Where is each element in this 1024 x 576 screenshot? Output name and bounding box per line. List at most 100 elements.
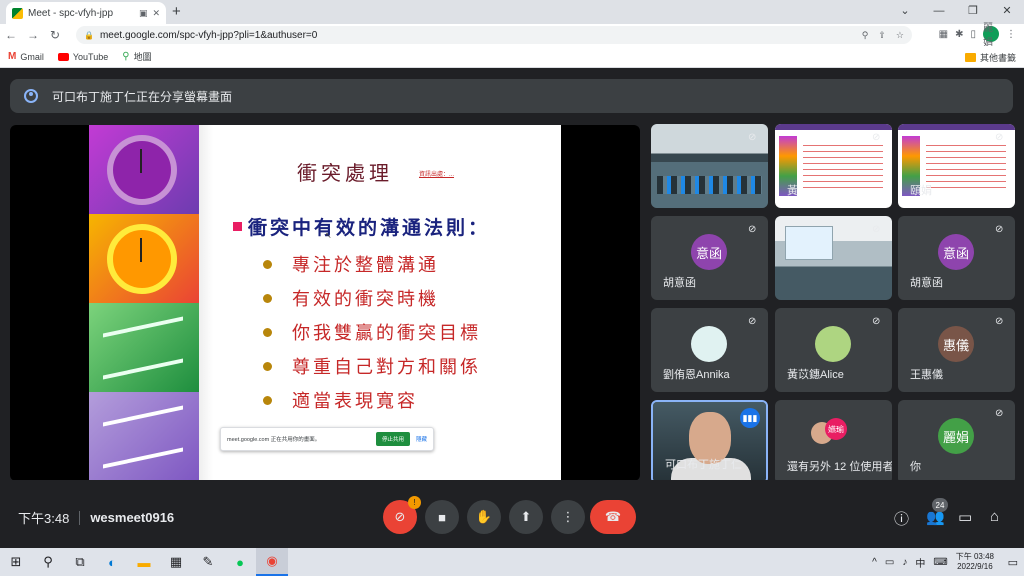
minimize-button[interactable]: — xyxy=(922,0,956,24)
participant-avatar: 麗娟 xyxy=(938,418,974,454)
puzzle-icon[interactable]: ✱ xyxy=(955,29,963,40)
profile-avatar[interactable]: 麗娟 xyxy=(983,23,999,49)
mic-off-icon: ⊘ xyxy=(394,509,406,524)
browser-toolbar: ← → ↻ 🔒 meet.google.com/spc-vfyh-jpp?pli… xyxy=(0,23,1024,49)
participant-tile-speaking[interactable]: ▮▮▮ 可口布丁施丁仁 xyxy=(651,400,768,484)
speaking-indicator-icon: ▮▮▮ xyxy=(740,408,760,428)
participant-name: 王惠儀 xyxy=(910,369,943,381)
slide-bullet: 你我雙贏的衝突目標 xyxy=(263,315,481,349)
url-text: meet.google.com/spc-vfyh-jpp?pli=1&authu… xyxy=(99,29,318,41)
app-icon[interactable]: ✎ xyxy=(192,548,224,576)
network-icon[interactable]: ▭ xyxy=(885,557,894,568)
participant-avatar: 意函 xyxy=(691,234,727,270)
participant-avatar: 惠儀 xyxy=(938,326,974,362)
windows-start-icon[interactable]: ⊞ xyxy=(0,548,32,576)
meet-area: 可口布丁施丁仁正在分享螢幕畫面 衝突處理 資訊出處：... 衝突中有效的溝通法則… xyxy=(0,69,1024,548)
participant-tile[interactable]: ⊘ xyxy=(775,216,892,300)
menu-icon[interactable]: ⋮ xyxy=(1006,29,1016,40)
bookmark-label: Gmail xyxy=(20,51,44,62)
bullet-text: 你我雙贏的衝突目標 xyxy=(292,323,481,344)
orange-clock-image xyxy=(89,214,199,303)
meeting-code: wesmeet0916 xyxy=(90,510,175,525)
more-participants-tile[interactable]: 嬿瑜 還有另外 12 位使用者 xyxy=(775,400,892,484)
mic-off-icon: ⊘ xyxy=(872,316,881,327)
taskbar-clock[interactable]: 下午 03:48 2022/9/16 xyxy=(956,552,994,572)
edge-icon[interactable]: ◐ xyxy=(96,548,128,576)
meeting-info: 下午3:48 wesmeet0916 xyxy=(18,508,174,527)
bookmark-label: YouTube xyxy=(72,51,109,62)
hide-notice-button[interactable]: 隱藏 xyxy=(416,435,427,443)
presentation-stage: 衝突處理 資訊出處：... 衝突中有效的溝通法則： 專注於整體溝通 有效的衝突時… xyxy=(10,125,640,481)
mic-off-icon: ⊘ xyxy=(995,132,1004,143)
screen-share-notice: meet.google.com 正在共用你的畫面。 停止共用 隱藏 xyxy=(220,427,434,451)
task-view-icon[interactable]: ⧉ xyxy=(64,548,96,576)
notification-icon[interactable]: ▭ xyxy=(1008,556,1018,569)
participant-name: 可口布丁施丁仁 xyxy=(665,459,742,471)
bookmark-gmail[interactable]: M Gmail xyxy=(8,51,44,62)
mic-off-icon: ⊘ xyxy=(748,132,757,143)
reload-button[interactable]: ↻ xyxy=(44,28,66,42)
slide-decoration xyxy=(89,125,199,481)
camera-toggle-button[interactable]: ■ xyxy=(425,500,459,534)
address-bar[interactable]: 🔒 meet.google.com/spc-vfyh-jpp?pli=1&aut… xyxy=(76,26,912,44)
self-tile[interactable]: 麗娟 ⊘ 你 xyxy=(898,400,1015,484)
present-button[interactable]: ⬆ xyxy=(509,500,543,534)
participant-tile[interactable]: ⊘ 劉侑恩Annika xyxy=(651,308,768,392)
end-call-icon: ☎ xyxy=(604,509,622,524)
chat-icon[interactable]: ▭ xyxy=(958,508,972,526)
sidepanel-icon[interactable]: ▯ xyxy=(970,29,976,40)
square-bullet-icon xyxy=(233,222,242,231)
close-tab-icon[interactable]: ✕ xyxy=(152,8,160,19)
file-explorer-icon[interactable]: ▬ xyxy=(128,548,160,576)
participant-tile[interactable]: ⊘ 黃苡鏸Alice xyxy=(775,308,892,392)
keyboard-icon[interactable]: ⌨ xyxy=(933,557,947,568)
participant-avatar xyxy=(815,326,851,362)
chrome-icon[interactable]: ◉ xyxy=(256,548,288,576)
new-tab-button[interactable]: + xyxy=(172,3,181,20)
more-options-button[interactable]: ⋮ xyxy=(551,500,585,534)
mouse-cursor-icon: ↖ xyxy=(325,231,332,240)
slide-bullet: 有效的衝突時機 xyxy=(263,281,481,315)
mic-off-icon: ⊘ xyxy=(748,316,757,327)
green-books-image xyxy=(89,303,199,392)
extension-icon[interactable]: ▦ xyxy=(939,29,948,40)
participant-tile[interactable]: 惠儀 ⊘ 王惠儀 xyxy=(898,308,1015,392)
bookmark-youtube[interactable]: YouTube xyxy=(57,51,109,62)
bookmark-maps[interactable]: ⚲ 地圖 xyxy=(122,50,151,63)
tray-expand-icon[interactable]: ^ xyxy=(872,557,877,568)
zoom-icon[interactable]: ⚲ xyxy=(862,30,869,41)
lock-icon: 🔒 xyxy=(84,30,94,40)
bullet-dot-icon xyxy=(263,361,272,371)
mic-toggle-button[interactable]: ⊘ ! xyxy=(383,496,421,534)
line-icon[interactable]: ● xyxy=(224,548,256,576)
participant-tile[interactable]: ⊘ 黃 xyxy=(775,124,892,208)
forward-button[interactable]: → xyxy=(22,28,44,42)
search-icon[interactable]: ⚲ xyxy=(32,548,64,576)
raise-hand-button[interactable]: ✋ xyxy=(467,500,501,534)
stop-sharing-button[interactable]: 停止共用 xyxy=(375,432,410,446)
activities-icon[interactable]: ⌂ xyxy=(990,508,999,525)
participant-name: 你 xyxy=(910,461,921,473)
browser-tabstrip: Meet - spc-vfyh-jpp ▣ ✕ + ⌄ — ❐ ✕ xyxy=(0,0,1024,24)
banner-text: 可口布丁施丁仁正在分享螢幕畫面 xyxy=(52,89,233,104)
bullet-text: 專注於整體溝通 xyxy=(292,255,439,276)
mic-off-icon: ⊘ xyxy=(872,224,881,235)
slide-bullets: 專注於整體溝通 有效的衝突時機 你我雙贏的衝突目標 尊重自己對方和關係 適當表現… xyxy=(263,247,481,417)
star-icon[interactable]: ☆ xyxy=(896,30,904,41)
participant-tile[interactable]: ⊘ 頤娟 xyxy=(898,124,1015,208)
camera-icon: ▣ xyxy=(138,7,148,18)
participant-tile[interactable]: 意函 ⊘ 胡意函 xyxy=(898,216,1015,300)
store-icon[interactable]: ▦ xyxy=(160,548,192,576)
browser-tab[interactable]: Meet - spc-vfyh-jpp ▣ ✕ xyxy=(6,2,166,24)
participant-tile[interactable]: 意函 ⊘ 胡意函 xyxy=(651,216,768,300)
back-button[interactable]: ← xyxy=(0,28,22,42)
other-bookmarks[interactable]: 其他書籤 xyxy=(964,51,1016,64)
taskbar-date: 2022/9/16 xyxy=(957,562,993,571)
share-icon[interactable]: ⇪ xyxy=(878,30,886,41)
leave-call-button[interactable]: ☎ xyxy=(590,500,636,534)
ime-indicator[interactable]: 中 xyxy=(915,555,925,570)
volume-icon[interactable]: ♪ xyxy=(902,557,907,568)
info-icon[interactable]: ⓘ xyxy=(894,508,909,529)
participant-tile[interactable]: ⊘ xyxy=(651,124,768,208)
tab-search-icon[interactable]: ⌄ xyxy=(888,0,922,24)
